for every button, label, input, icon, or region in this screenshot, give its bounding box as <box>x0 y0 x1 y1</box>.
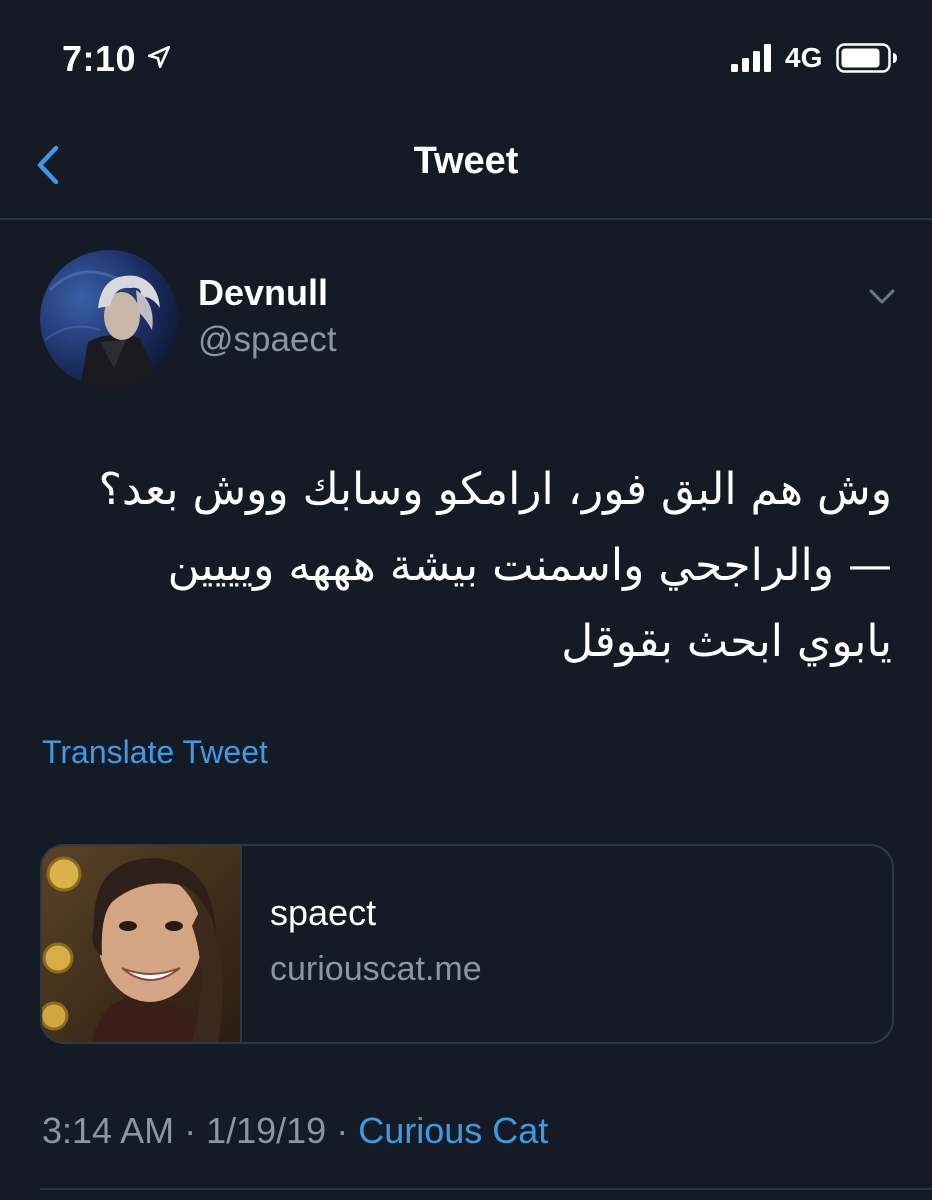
tweet-date: 1/19/19 <box>206 1110 327 1151</box>
author-handle[interactable]: @spaect <box>198 320 337 360</box>
tweet-time: 3:14 AM <box>42 1110 175 1151</box>
card-domain: curiouscat.me <box>270 950 482 988</box>
meta-separator: · <box>326 1110 359 1151</box>
avatar-image <box>40 250 178 388</box>
status-bar: 7:10 4G <box>0 0 932 110</box>
location-arrow-icon <box>147 45 171 69</box>
battery-icon <box>836 43 897 73</box>
translate-tweet-link[interactable]: Translate Tweet <box>42 734 268 771</box>
tweet-meta: 3:14 AM · 1/19/19 · Curious Cat <box>42 1110 548 1152</box>
cellular-signal-icon <box>731 44 771 72</box>
nav-bar: Tweet <box>0 110 932 220</box>
network-type-label: 4G <box>785 42 823 73</box>
divider <box>40 1188 932 1190</box>
tweet-source-link[interactable]: Curious Cat <box>358 1110 548 1151</box>
card-thumbnail <box>42 846 242 1042</box>
tweet-text-line: وش هم البق فور، ارامكو وسابك ووش بعد؟ <box>98 464 892 515</box>
meta-separator: · <box>174 1110 207 1151</box>
author-display-name[interactable]: Devnull <box>198 272 328 314</box>
tweet-text-line: — والراجحي واسمنت بيشة هههه ويييين <box>167 540 892 591</box>
page-title: Tweet <box>413 140 519 182</box>
tweet-text-line: يابوي ابحث بقوقل <box>561 616 892 667</box>
status-time: 7:10 <box>62 38 137 79</box>
link-preview-card[interactable]: spaect curiouscat.me <box>40 844 894 1044</box>
card-title: spaect <box>270 892 377 933</box>
avatar[interactable] <box>40 250 178 388</box>
chevron-down-icon[interactable] <box>862 282 902 312</box>
tweet-text: وش هم البق فور، ارامكو وسابك ووش بعد؟ — … <box>40 452 892 680</box>
